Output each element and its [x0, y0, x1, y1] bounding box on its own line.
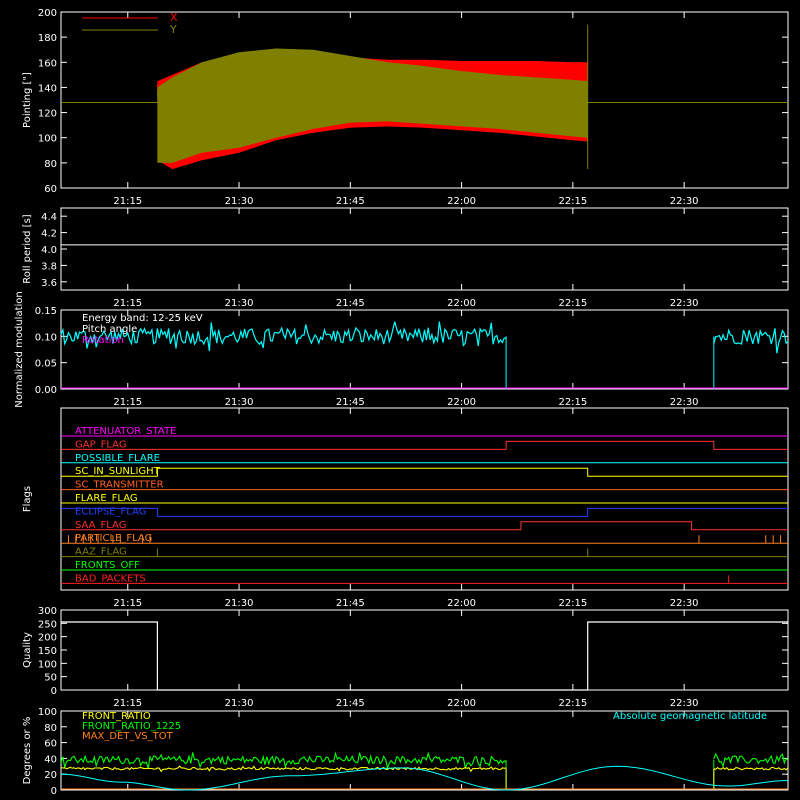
- ratio-legend-2: MAX_DET_VS_TOT: [82, 731, 174, 742]
- quality-ylabel: Quality: [22, 632, 33, 668]
- y-tick-label: 160: [38, 58, 57, 69]
- x-tick-label: 21:15: [113, 196, 142, 207]
- x-tick-label: 21:45: [336, 598, 365, 609]
- flags-ylabel: Flags: [22, 486, 33, 512]
- y-tick-label: 0.05: [35, 359, 57, 370]
- modulation-annotation-2: Rotation: [82, 335, 124, 346]
- x-tick-label: 22:15: [558, 397, 587, 408]
- x-tick-label: 22:30: [670, 698, 699, 709]
- y-tick-label: 200: [38, 633, 57, 644]
- y-tick-label: 150: [38, 646, 57, 657]
- y-tick-label: 50: [44, 673, 57, 684]
- x-tick-label: 21:15: [113, 598, 142, 609]
- x-tick-label: 21:30: [225, 598, 254, 609]
- flag-label-bad_packets: BAD_PACKETS: [75, 573, 146, 584]
- x-tick-label: 21:30: [225, 196, 254, 207]
- flag-label-aaz_flag: AAZ_FLAG: [75, 547, 127, 558]
- y-tick-label: 120: [38, 109, 57, 120]
- modulation-annotation-1: Pitch angle: [82, 324, 137, 335]
- x-tick-label: 22:00: [447, 598, 476, 609]
- flag-label-fronts_off: FRONTS_OFF: [75, 560, 140, 571]
- y-tick-label: 180: [38, 33, 57, 44]
- y-tick-label: 4.0: [41, 245, 57, 256]
- y-tick-label: 80: [44, 723, 57, 734]
- flag-label-gap_flag: GAP_FLAG: [75, 439, 127, 450]
- x-tick-label: 22:30: [670, 598, 699, 609]
- y-tick-label: 4.4: [41, 212, 57, 223]
- x-tick-label: 21:45: [336, 397, 365, 408]
- chart-canvas: 21:15 21:30 21:45 22:00 22:15 22:30 Pointing […: [0, 0, 800, 800]
- y-tick-label: 80: [44, 159, 57, 170]
- y-tick-label: 100: [38, 707, 57, 718]
- x-tick-label: 22:00: [447, 196, 476, 207]
- x-tick-label: 21:30: [225, 298, 254, 309]
- y-tick-label: 140: [38, 83, 57, 94]
- y-tick-label: 60: [44, 739, 57, 750]
- y-tick-label: 300: [38, 606, 57, 617]
- modulation-ylabel: Normalized modulation: [14, 291, 25, 408]
- y-tick-label: 20: [44, 770, 57, 781]
- x-tick-label: 22:00: [447, 698, 476, 709]
- y-tick-label: 60: [44, 184, 57, 195]
- y-tick-label: 0: [51, 686, 57, 697]
- y-tick-label: 250: [38, 619, 57, 630]
- x-tick-label: 21:15: [113, 397, 142, 408]
- x-tick-label: 21:45: [336, 698, 365, 709]
- y-tick-label: 0: [51, 786, 57, 797]
- x-tick-label: 22:00: [447, 397, 476, 408]
- x-tick-label: 22:15: [558, 196, 587, 207]
- x-tick-label: 21:15: [113, 698, 142, 709]
- x-tick-label: 22:30: [670, 196, 699, 207]
- flag-label-saa_flag: SAA_FLAG: [75, 520, 126, 531]
- x-tick-label: 22:15: [558, 598, 587, 609]
- y-tick-label: 100: [38, 659, 57, 670]
- x-tick-label: 21:15: [113, 298, 142, 309]
- x-tick-label: 22:15: [558, 298, 587, 309]
- flag-label-attenuator_state: ATTENUATOR_STATE: [75, 426, 176, 437]
- ratios-ylabel: Degrees or %: [22, 717, 33, 785]
- legend-label-Y: Y: [169, 23, 177, 36]
- modulation-annotation-0: Energy band: 12-25 keV: [82, 313, 203, 324]
- flag-label-sc_transmitter: SC_TRANSMITTER: [75, 480, 164, 491]
- flag-label-possible_flare: POSSIBLE_FLARE: [75, 453, 160, 464]
- x-tick-label: 21:45: [336, 298, 365, 309]
- y-tick-label: 4.2: [41, 229, 57, 240]
- x-tick-label: 21:30: [225, 698, 254, 709]
- x-tick-label: 21:30: [225, 397, 254, 408]
- y-tick-label: 3.6: [41, 278, 57, 289]
- y-tick-label: 3.8: [41, 261, 57, 272]
- x-tick-label: 22:15: [558, 698, 587, 709]
- x-tick-label: 22:30: [670, 298, 699, 309]
- geomagnetic-latitude-label: Absolute geomagnetic latitude: [613, 711, 767, 722]
- y-tick-label: 0.15: [35, 306, 57, 317]
- x-tick-label: 22:30: [670, 397, 699, 408]
- y-tick-label: 0.10: [35, 332, 57, 343]
- y-tick-label: 200: [38, 8, 57, 19]
- x-tick-label: 22:00: [447, 298, 476, 309]
- roll-ylabel: Roll period [s]: [22, 214, 33, 283]
- flag-label-flare_flag: FLARE_FLAG: [75, 493, 138, 504]
- y-tick-label: 40: [44, 754, 57, 765]
- x-tick-label: 21:45: [336, 196, 365, 207]
- y-tick-label: 100: [38, 134, 57, 145]
- pointing-ylabel: Pointing ["]: [22, 72, 33, 128]
- y-tick-label: 0.00: [35, 385, 57, 396]
- flag-label-sc_in_sunlight: SC_IN_SUNLIGHT: [75, 466, 161, 477]
- flag-label-particle_flag: PARTICLE_FLAG: [75, 533, 152, 544]
